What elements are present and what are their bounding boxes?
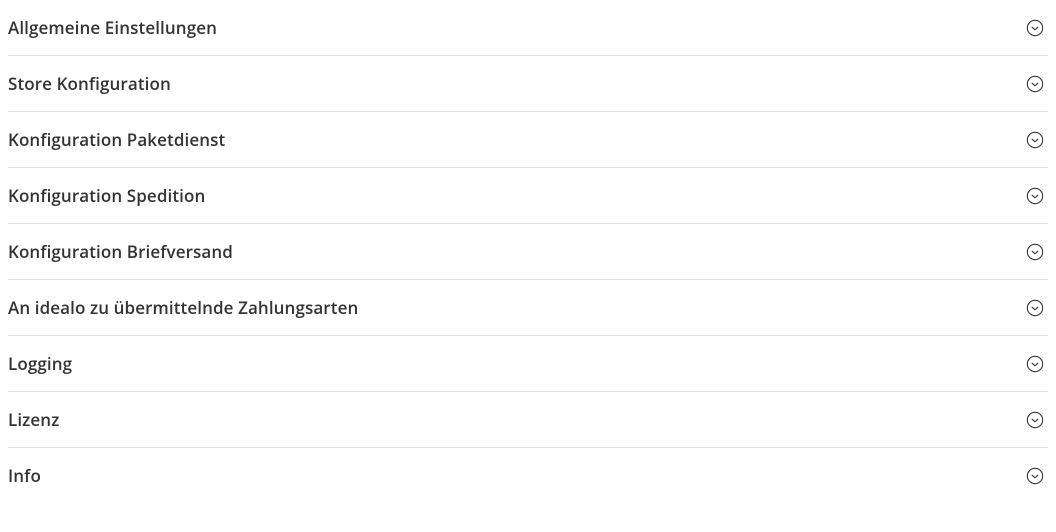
accordion-item-label: Konfiguration Briefversand [8,240,233,263]
accordion-item-konfiguration-paketdienst[interactable]: Konfiguration Paketdienst [8,112,1048,168]
chevron-down-circle-icon [1026,187,1044,205]
accordion-item-allgemeine-einstellungen[interactable]: Allgemeine Einstellungen [8,0,1048,56]
accordion-item-store-konfiguration[interactable]: Store Konfiguration [8,56,1048,112]
accordion-item-zahlungsarten[interactable]: An idealo zu übermittelnde Zahlungsarten [8,280,1048,336]
accordion-item-label: Store Konfiguration [8,72,171,95]
accordion-item-info[interactable]: Info [8,448,1048,503]
chevron-down-circle-icon [1026,355,1044,373]
chevron-down-circle-icon [1026,411,1044,429]
chevron-down-circle-icon [1026,131,1044,149]
accordion-item-label: Lizenz [8,408,59,431]
accordion-item-konfiguration-briefversand[interactable]: Konfiguration Briefversand [8,224,1048,280]
accordion-item-label: Info [8,464,41,487]
accordion-list: Allgemeine Einstellungen Store Konfigura… [0,0,1056,503]
accordion-item-label: Allgemeine Einstellungen [8,16,217,39]
chevron-down-circle-icon [1026,75,1044,93]
accordion-item-lizenz[interactable]: Lizenz [8,392,1048,448]
accordion-item-label: An idealo zu übermittelnde Zahlungsarten [8,296,358,319]
chevron-down-circle-icon [1026,467,1044,485]
accordion-item-label: Konfiguration Spedition [8,184,205,207]
accordion-item-label: Konfiguration Paketdienst [8,128,225,151]
chevron-down-circle-icon [1026,243,1044,261]
chevron-down-circle-icon [1026,19,1044,37]
accordion-item-label: Logging [8,352,72,375]
chevron-down-circle-icon [1026,299,1044,317]
accordion-item-logging[interactable]: Logging [8,336,1048,392]
accordion-item-konfiguration-spedition[interactable]: Konfiguration Spedition [8,168,1048,224]
